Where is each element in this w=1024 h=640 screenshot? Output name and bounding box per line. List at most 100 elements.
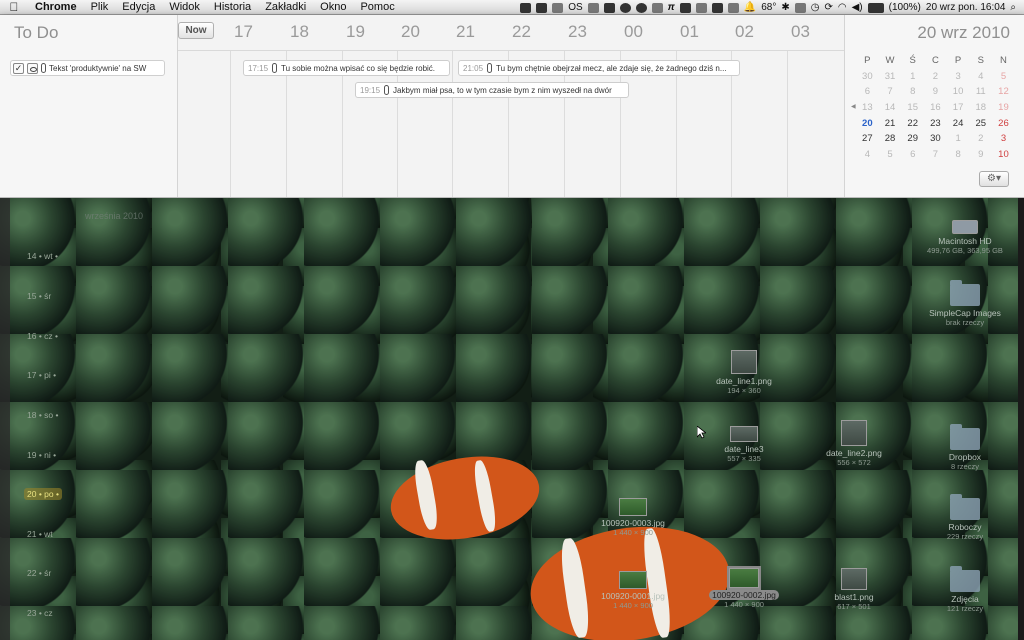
screen-icon[interactable] bbox=[794, 2, 806, 13]
calendar-day[interactable]: 31 bbox=[879, 71, 902, 82]
os-label[interactable]: OS bbox=[568, 2, 582, 13]
calendar-day[interactable]: 17 bbox=[947, 102, 970, 113]
settings-gear-button[interactable]: ⚙︎▾ bbox=[979, 171, 1009, 187]
desktop-icon-100920-0003[interactable]: 100920-0003.jpg 1 440 × 900 bbox=[585, 498, 681, 537]
event-item[interactable]: 19:15 Jakbym miał psa, to w tym czasie b… bbox=[355, 82, 629, 98]
calendar-day[interactable]: 27 bbox=[856, 133, 879, 144]
calendar-day[interactable]: 7 bbox=[879, 86, 902, 97]
desktop-icon-macintosh-hd[interactable]: Macintosh HD 499,76 GB, 363,95 GB bbox=[917, 220, 1013, 255]
calendar-day[interactable]: 24 bbox=[947, 118, 970, 129]
day-label[interactable]: 16 • cz • bbox=[24, 330, 61, 342]
menu-okno[interactable]: Okno bbox=[313, 0, 353, 15]
calendar-day[interactable]: 8 bbox=[947, 149, 970, 160]
calendar-day[interactable]: 5 bbox=[992, 71, 1015, 82]
wifi-icon[interactable]: ◠ bbox=[838, 2, 847, 13]
now-button[interactable]: Now bbox=[178, 22, 214, 39]
desktop-icon-roboczy[interactable]: Roboczy 229 rzeczy bbox=[917, 494, 1013, 541]
calendar-day[interactable]: 25 bbox=[969, 118, 992, 129]
time-machine-icon[interactable]: ◷ bbox=[811, 2, 820, 13]
calendar-day[interactable]: 16 bbox=[924, 102, 947, 113]
calendar-day[interactable]: 18 bbox=[969, 102, 992, 113]
calendar-day[interactable]: 15 bbox=[901, 102, 924, 113]
desktop-icon-simplecap-images[interactable]: SimpleCap Images brak rzeczy bbox=[917, 280, 1013, 327]
bluetooth-icon[interactable]: ✱ bbox=[781, 2, 789, 13]
menu-zakladki[interactable]: Zakładki bbox=[258, 0, 313, 15]
globe-icon[interactable] bbox=[635, 2, 647, 13]
evernote-icon[interactable] bbox=[520, 2, 532, 13]
eye-icon[interactable] bbox=[27, 62, 38, 74]
calendar-day[interactable]: 22 bbox=[901, 118, 924, 129]
calendar-day[interactable]: 1 bbox=[901, 71, 924, 82]
record-icon[interactable] bbox=[619, 2, 631, 13]
calendar-day[interactable]: 10 bbox=[947, 86, 970, 97]
battery-percent[interactable]: (100%) bbox=[889, 2, 921, 13]
calendar-day[interactable]: 3 bbox=[947, 71, 970, 82]
temperature-label[interactable]: 68° bbox=[761, 2, 776, 13]
calendar-day[interactable]: 23 bbox=[924, 118, 947, 129]
desktop-icon-100920-0001[interactable]: 100920-0001.jpg 1 440 × 900 bbox=[585, 571, 681, 610]
calendar-day[interactable]: 30 bbox=[856, 71, 879, 82]
desktop-icon-100920-0002[interactable]: 100920-0002.jpg 1 440 × 900 bbox=[696, 566, 792, 609]
menu-pomoc[interactable]: Pomoc bbox=[353, 0, 401, 15]
apple-icon[interactable]:  bbox=[0, 0, 28, 14]
spotlight-icon[interactable]: ⌕ bbox=[1010, 2, 1016, 13]
bell-icon[interactable]: 🔔 bbox=[744, 2, 756, 13]
event-item[interactable]: 21:05 Tu bym chętnie obejrzał mecz, ale … bbox=[458, 60, 740, 76]
calendar-day[interactable]: 2 bbox=[924, 71, 947, 82]
calendar-day[interactable]: 14 bbox=[879, 102, 902, 113]
stats-icon[interactable] bbox=[695, 2, 707, 13]
calendar-day[interactable]: 7 bbox=[924, 149, 947, 160]
desktop-icon-dropbox[interactable]: Dropbox 8 rzeczy bbox=[917, 424, 1013, 471]
day-label[interactable]: 17 • pi • bbox=[24, 369, 59, 381]
battery-icon[interactable] bbox=[867, 2, 884, 13]
desktop-icon-blast1[interactable]: blast1.png 617 × 501 bbox=[806, 568, 902, 611]
cloud-icon[interactable] bbox=[651, 2, 663, 13]
calendar-day[interactable]: 3 bbox=[992, 133, 1015, 144]
calendar-day[interactable]: 1 bbox=[947, 133, 970, 144]
sync-arrows-icon[interactable]: ⟳ bbox=[824, 2, 832, 13]
day-label[interactable]: 15 • śr bbox=[24, 290, 54, 302]
calendar-day[interactable]: 5 bbox=[879, 149, 902, 160]
calendar-day[interactable]: 28 bbox=[879, 133, 902, 144]
desktop-icon-date-line2[interactable]: date_line2.png 556 × 572 bbox=[806, 420, 902, 467]
calendar-day-today[interactable]: 20 bbox=[856, 118, 879, 129]
calendar-day[interactable]: 30 bbox=[924, 133, 947, 144]
day-label[interactable]: 22 • śr bbox=[24, 567, 54, 579]
menu-edycja[interactable]: Edycja bbox=[115, 0, 162, 15]
calendar-day[interactable]: 11 bbox=[969, 86, 992, 97]
desktop-icon-zdjecia[interactable]: Zdjęcia 121 rzeczy bbox=[917, 566, 1013, 613]
desktop-icon-date-line3[interactable]: date_line3 557 × 335 bbox=[696, 426, 792, 463]
sync-icon[interactable] bbox=[679, 2, 691, 13]
checkbox-icon[interactable]: ✓ bbox=[13, 62, 24, 74]
dropbox-tray-icon[interactable] bbox=[536, 2, 548, 13]
battery-small-icon[interactable] bbox=[727, 2, 739, 13]
calendar-day[interactable]: 6 bbox=[856, 86, 879, 97]
menu-plik[interactable]: Plik bbox=[84, 0, 116, 15]
calendar-day[interactable]: 21 bbox=[879, 118, 902, 129]
pi-icon[interactable]: π bbox=[668, 2, 675, 13]
calendar-day[interactable]: 10 bbox=[992, 149, 1015, 160]
day-label[interactable]: 23 • cz bbox=[24, 607, 56, 619]
menu-historia[interactable]: Historia bbox=[207, 0, 258, 15]
day-label-today[interactable]: 20 • po • bbox=[24, 488, 62, 500]
calendar-day[interactable]: 4 bbox=[856, 149, 879, 160]
calendar-day[interactable]: 26 bbox=[992, 118, 1015, 129]
calendar-day[interactable]: 29 bbox=[901, 133, 924, 144]
day-label[interactable]: 14 • wt • bbox=[24, 250, 61, 262]
calendar-day[interactable]: 2 bbox=[969, 133, 992, 144]
calendar-day[interactable]: 6 bbox=[901, 149, 924, 160]
notes-icon[interactable] bbox=[552, 2, 564, 13]
clock-text[interactable]: 20 wrz pon. 16:04 bbox=[926, 2, 1006, 13]
event-item[interactable]: 17:15 Tu sobie można wpisać co się będzi… bbox=[243, 60, 450, 76]
todo-item[interactable]: ✓ Tekst 'produktywnie' na SW bbox=[10, 60, 165, 76]
calendar-day[interactable]: 4 bbox=[969, 71, 992, 82]
calendar-day[interactable]: 19 bbox=[992, 102, 1015, 113]
calendar-day[interactable]: 9 bbox=[969, 149, 992, 160]
menu-widok[interactable]: Widok bbox=[162, 0, 207, 15]
volume-icon[interactable]: ◀) bbox=[852, 2, 863, 13]
calendar-day[interactable]: 13 bbox=[856, 102, 879, 113]
day-label[interactable]: 18 • so • bbox=[24, 409, 61, 421]
desktop-icon-date-line1[interactable]: date_line1.png 194 × 360 bbox=[696, 350, 792, 395]
calendar-day[interactable]: 9 bbox=[924, 86, 947, 97]
skype-icon[interactable] bbox=[603, 2, 615, 13]
